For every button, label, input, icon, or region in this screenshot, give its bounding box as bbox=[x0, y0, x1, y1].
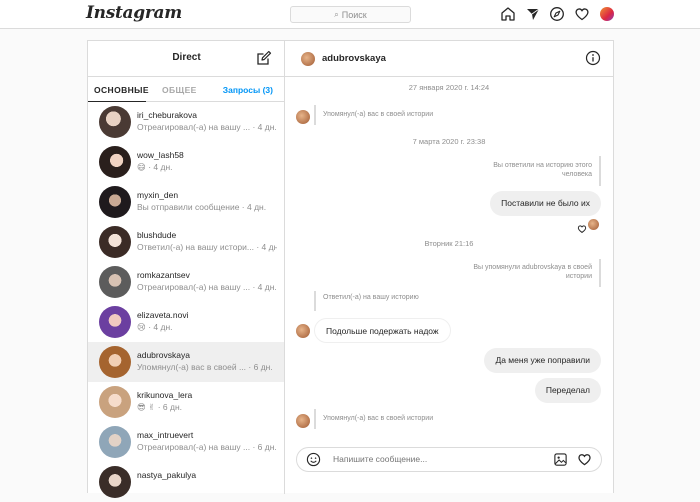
thread-item[interactable]: iri_cheburakova Отреагировал(-а) на вашу… bbox=[88, 102, 284, 142]
conversation-pane: adubrovskaya 27 января 2020 г. 14:24 Упо… bbox=[285, 41, 613, 494]
thread-username: myxin_den bbox=[137, 190, 179, 200]
reaction-avatar bbox=[588, 219, 599, 230]
photo-icon[interactable] bbox=[553, 452, 568, 467]
instagram-logo[interactable]: Instagram bbox=[86, 3, 182, 23]
info-icon[interactable] bbox=[585, 50, 601, 66]
thread-preview: Вы отправили сообщение · 4 дн. bbox=[137, 202, 267, 212]
thread-username: nastya_pakulya bbox=[137, 470, 197, 480]
thread-preview: Ответил(-а) на вашу истори... · 4 дн. bbox=[137, 242, 277, 252]
thread-preview: 😎 ✌ · 6 дн. bbox=[137, 402, 183, 412]
tab-requests[interactable]: Запросы (3) bbox=[223, 85, 273, 95]
timestamp: 7 марта 2020 г. 23:38 bbox=[412, 137, 486, 146]
thread-username: elizaveta.novi bbox=[137, 310, 189, 320]
thread-preview: 😢 · 4 дн. bbox=[137, 322, 173, 332]
thread-username: max_intruevert bbox=[137, 430, 194, 440]
avatar bbox=[99, 106, 131, 138]
thread-username: wow_lash58 bbox=[137, 150, 184, 160]
inbox-tabs: ОСНОВНЫЕ ОБЩЕЕ Запросы (3) bbox=[88, 77, 284, 102]
direct-panel: Direct ОСНОВНЫЕ ОБЩЕЕ Запросы (3) iri_ch… bbox=[87, 40, 614, 498]
heart-icon[interactable] bbox=[577, 221, 587, 234]
timestamp: Вторник 21:16 bbox=[424, 239, 474, 248]
story-mention-note[interactable]: Упомянул(-а) вас в своей истории bbox=[314, 409, 433, 429]
avatar bbox=[99, 386, 131, 418]
avatar bbox=[99, 146, 131, 178]
avatar bbox=[99, 306, 131, 338]
thread-preview: Отреагировал(-а) на вашу ... · 6 дн. bbox=[137, 442, 277, 452]
message-bubble-outgoing[interactable]: Да меня уже поправили bbox=[484, 348, 601, 373]
search-input[interactable]: ⌕ Поиск bbox=[290, 6, 411, 23]
thread-item[interactable]: wow_lash58 😄 · 4 дн. bbox=[88, 142, 284, 182]
thread-preview: 😄 · 4 дн. bbox=[137, 162, 173, 172]
conversation-username[interactable]: adubrovskaya bbox=[322, 53, 386, 64]
avatar bbox=[296, 110, 310, 124]
inbox-sidebar: Direct ОСНОВНЫЕ ОБЩЕЕ Запросы (3) iri_ch… bbox=[88, 41, 285, 498]
home-icon[interactable] bbox=[500, 6, 516, 22]
heart-icon[interactable] bbox=[577, 452, 592, 467]
avatar bbox=[99, 346, 131, 378]
story-reply-received-note[interactable]: Ответил(-а) на вашу историю bbox=[314, 291, 419, 311]
explore-icon[interactable] bbox=[549, 6, 565, 22]
thread-username: blushdude bbox=[137, 230, 177, 240]
thread-username: romkazantsev bbox=[137, 270, 190, 280]
profile-avatar[interactable] bbox=[600, 7, 614, 21]
tab-general[interactable]: ОБЩЕЕ bbox=[162, 85, 197, 95]
thread-preview: Отреагировал(-а) на вашу ... · 4 дн. bbox=[137, 282, 277, 292]
avatar bbox=[99, 266, 131, 298]
search-icon: ⌕ bbox=[334, 9, 339, 19]
avatar bbox=[99, 226, 131, 258]
timestamp: 27 января 2020 г. 14:24 bbox=[408, 83, 490, 92]
message-bubble-incoming[interactable]: Подольше подержать надож bbox=[314, 318, 451, 343]
avatar bbox=[99, 466, 131, 498]
avatar bbox=[99, 426, 131, 458]
new-message-icon[interactable] bbox=[256, 50, 272, 66]
story-reply-note[interactable]: Вы ответили на историю этого человека bbox=[483, 156, 601, 186]
story-mention-note[interactable]: Упомянул(-а) вас в своей истории bbox=[314, 105, 433, 125]
thread-item[interactable]: romkazantsev Отреагировал(-а) на вашу ..… bbox=[88, 262, 284, 302]
conversation-header: adubrovskaya bbox=[285, 41, 613, 77]
thread-item-active[interactable]: adubrovskaya Упомянул(-а) вас в своей ..… bbox=[88, 342, 284, 382]
thread-item[interactable]: elizaveta.novi 😢 · 4 дн. bbox=[88, 302, 284, 342]
search-placeholder: Поиск bbox=[341, 9, 367, 20]
heart-icon[interactable] bbox=[574, 6, 590, 22]
message-bubble-outgoing[interactable]: Переделал bbox=[534, 378, 601, 403]
top-navigation-bar: Instagram ⌕ Поиск bbox=[0, 0, 700, 29]
thread-item[interactable]: blushdude Ответил(-а) на вашу истори... … bbox=[88, 222, 284, 262]
avatar[interactable] bbox=[301, 52, 315, 66]
thread-item[interactable]: myxin_den Вы отправили сообщение · 4 дн. bbox=[88, 182, 284, 222]
emoji-icon[interactable] bbox=[306, 452, 321, 467]
thread-preview: Отреагировал(-а) на вашу ... · 4 дн. bbox=[137, 122, 277, 132]
thread-item[interactable]: krikunova_lera 😎 ✌ · 6 дн. bbox=[88, 382, 284, 422]
thread-username: iri_cheburakova bbox=[137, 110, 198, 120]
avatar bbox=[296, 324, 310, 338]
avatar bbox=[99, 186, 131, 218]
inbox-header: Direct bbox=[88, 41, 284, 77]
thread-item[interactable]: nastya_pakulya bbox=[88, 462, 284, 502]
message-composer bbox=[296, 447, 602, 472]
thread-preview: Упомянул(-а) вас в своей ... · 6 дн. bbox=[137, 362, 273, 372]
tab-primary[interactable]: ОСНОВНЫЕ bbox=[94, 85, 149, 95]
thread-username: krikunova_lera bbox=[137, 390, 193, 400]
message-bubble-outgoing[interactable]: Поставили не было их bbox=[490, 191, 601, 216]
direct-icon[interactable] bbox=[525, 6, 541, 22]
avatar bbox=[296, 414, 310, 428]
story-mention-sent-note[interactable]: Вы упомянули adubrovskaya в своей истори… bbox=[461, 259, 601, 287]
thread-username: adubrovskaya bbox=[137, 350, 190, 360]
message-input[interactable] bbox=[333, 454, 533, 464]
thread-item[interactable]: max_intruevert Отреагировал(-а) на вашу … bbox=[88, 422, 284, 462]
